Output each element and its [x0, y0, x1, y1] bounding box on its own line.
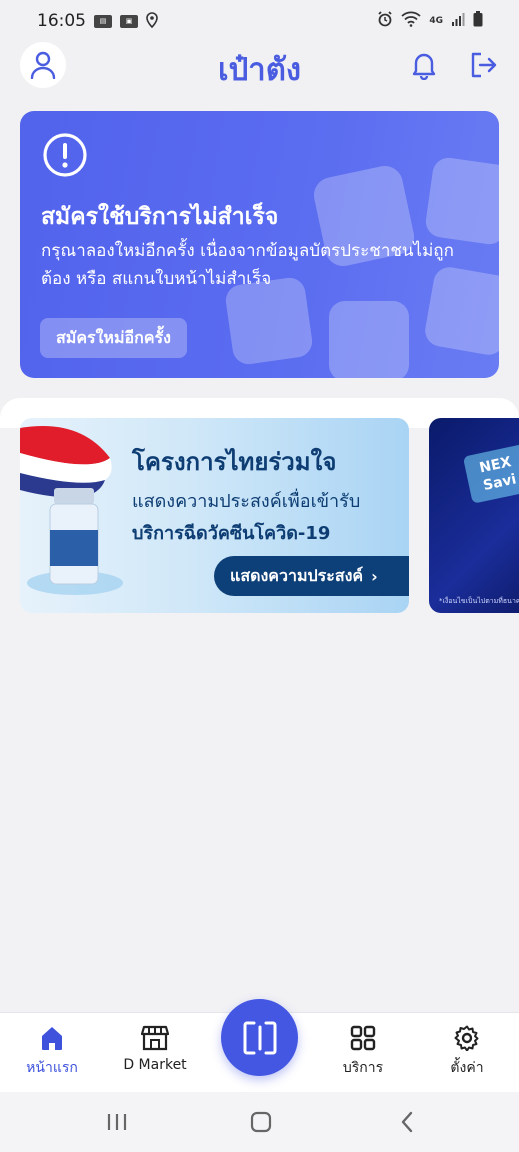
- chevron-right-icon: ›: [371, 566, 378, 586]
- bell-icon: [412, 53, 436, 80]
- scan-icon: [243, 1021, 276, 1054]
- system-navigation-bar: [0, 1092, 519, 1152]
- retry-register-button[interactable]: สมัครใหม่อีกครั้ง: [40, 318, 187, 358]
- home-square-icon: [250, 1111, 272, 1133]
- home-icon: [42, 1027, 62, 1050]
- network-type-label: 4G: [429, 16, 443, 26]
- logout-icon: [471, 52, 497, 78]
- store-icon: [141, 1025, 169, 1051]
- vaccine-banner[interactable]: โครงการไทยร่วมใจ แสดงความประสงค์เพื่อเข้…: [20, 418, 409, 613]
- app-header: เป๋าตัง: [0, 42, 519, 92]
- back-chevron-icon: [401, 1111, 413, 1133]
- system-back-button[interactable]: [394, 1109, 420, 1135]
- signal-icon: [451, 11, 465, 31]
- recent-apps-icon: [107, 1114, 127, 1130]
- system-home-button[interactable]: [248, 1109, 274, 1135]
- battery-icon: [473, 10, 483, 32]
- thai-flag-ribbon-illustration: [20, 426, 123, 595]
- banner-carousel[interactable]: โครงการไทยร่วมใจ แสดงความประสงค์เพื่อเข้…: [20, 418, 519, 613]
- bottom-navigation: หน้าแรก D Market บริการ ตั้งค่า: [0, 999, 519, 1092]
- nav-d-market-label: D Market: [123, 1057, 187, 1073]
- status-left: 16:05 ▤ ▣: [37, 11, 158, 31]
- grid-icon: [350, 1025, 376, 1051]
- location-icon: [146, 11, 158, 31]
- nav-settings[interactable]: ตั้งค่า: [417, 1025, 517, 1085]
- express-interest-label: แสดงความประสงค์: [230, 565, 364, 585]
- recent-apps-button[interactable]: [104, 1109, 130, 1135]
- content-area: โครงการไทยร่วมใจ แสดงความประสงค์เพื่อเข้…: [0, 398, 519, 1012]
- banner-subtitle-1: แสดงความประสงค์เพื่อเข้ารับ: [132, 491, 361, 512]
- express-interest-button[interactable]: แสดงความประสงค์ ›: [214, 556, 409, 596]
- nav-services[interactable]: บริการ: [313, 1025, 413, 1085]
- notifications-button[interactable]: [409, 50, 439, 80]
- scan-button[interactable]: [221, 999, 298, 1076]
- banner-subtitle-2: บริการฉีดวัคซีนโควิด-19: [132, 523, 331, 544]
- promo-tag: NEX Savi: [462, 440, 519, 504]
- banner-title: โครงการไทยร่วมใจ: [132, 448, 337, 476]
- promo-note: *เงื่อนไขเป็นไปตามที่ธนาคาร: [439, 597, 519, 605]
- nav-home-label: หน้าแรก: [26, 1060, 78, 1076]
- notification-app-icon: ▤: [94, 14, 112, 28]
- notification-card-icon: ▣: [120, 14, 138, 28]
- nav-d-market[interactable]: D Market: [105, 1025, 205, 1085]
- alert-title: สมัครใช้บริการไม่สำเร็จ: [41, 204, 279, 230]
- registration-failed-card: สมัครใช้บริการไม่สำเร็จ กรุณาลองใหม่อีกค…: [20, 111, 499, 378]
- wifi-icon: [401, 11, 421, 32]
- status-bar: 16:05 ▤ ▣ 4G: [0, 0, 519, 42]
- nav-services-label: บริการ: [342, 1060, 384, 1076]
- promo-banner[interactable]: NEX Savi *เงื่อนไขเป็นไปตามที่ธนาคาร: [429, 418, 519, 613]
- nav-home[interactable]: หน้าแรก: [2, 1025, 102, 1085]
- alert-message: กรุณาลองใหม่อีกครั้ง เนื่องจากข้อมูลบัตร…: [41, 241, 454, 289]
- nav-settings-label: ตั้งค่า: [450, 1060, 484, 1076]
- gear-icon: [454, 1025, 479, 1051]
- status-right: 4G: [377, 10, 483, 32]
- status-time: 16:05: [37, 11, 86, 31]
- alarm-icon: [377, 10, 393, 32]
- app-title: เป๋าตัง: [218, 52, 301, 88]
- logout-button[interactable]: [468, 50, 498, 80]
- exclamation-icon: [43, 133, 87, 177]
